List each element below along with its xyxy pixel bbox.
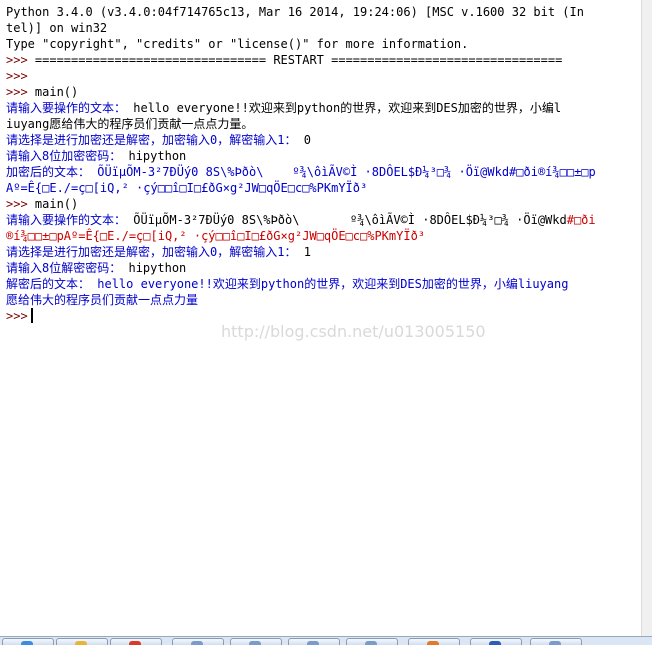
key-value: hipython: [128, 149, 187, 163]
vertical-scrollbar[interactable]: [641, 0, 652, 636]
command-line: >>> main(): [6, 196, 78, 212]
input-value-red: #□ði: [566, 213, 596, 227]
media-icon: [129, 641, 141, 645]
run2-mode-line: 请选择是进行加密还是解密，加密输入0，解密输入1： 1: [6, 244, 311, 260]
idle-icon: [427, 641, 439, 645]
run1-input-line: 请输入要操作的文本： hello everyone!!欢迎来到python的世界…: [6, 100, 561, 116]
window-icon: [365, 641, 377, 645]
mode-prompt-label: 请选择是进行加密还是解密，加密输入0，解密输入1：: [6, 133, 297, 147]
input-prompt-label: 请输入要操作的文本：: [6, 213, 127, 227]
active-prompt: >>>: [6, 309, 28, 323]
result-label: 解密后的文本：: [6, 277, 91, 291]
result-label: 加密后的文本：: [6, 165, 91, 179]
command-line: >>> main(): [6, 84, 78, 100]
prompt: >>>: [6, 53, 35, 67]
word-icon: [489, 641, 501, 645]
run1-mode-line: 请选择是进行加密还是解密，加密输入0，解密输入1： 0: [6, 132, 311, 148]
ie-icon: [21, 641, 33, 645]
run2-input-line: 请输入要操作的文本： ÕÜïµÕM-3²7ÐÜý0 8S\%Þðò\ º¾\ôì…: [6, 212, 596, 228]
version-header-line2: tel)] on win32: [6, 21, 108, 35]
run1-input-continuation: iuyang愿给伟大的程序员们贡献一点点力量。: [6, 117, 254, 131]
run2-result-continuation: 愿给伟大的程序员们贡献一点点力量: [6, 293, 199, 307]
window-icon: [191, 641, 203, 645]
command-text: main(): [34, 197, 79, 211]
restart-banner: ================================ RESTART…: [34, 53, 563, 67]
run2-key-line: 请输入8位解密密码： hipython: [6, 260, 186, 276]
empty-prompt: >>>: [6, 69, 28, 83]
run1-result-continuation: Aº=Ê{□E./=ç□[iQ,² ·çý□□î□I□£ðG×g²JW□qÖE□…: [6, 181, 368, 195]
folder-icon: [75, 641, 87, 645]
active-prompt-line[interactable]: >>>: [6, 308, 33, 324]
result-value: ÕÜïµÕM-3²7ÐÜý0 8S\%Þðò\ º¾\ôìÃV©Ì ·8DÔEL…: [97, 165, 596, 179]
mode-prompt-label: 请选择是进行加密还是解密，加密输入0，解密输入1：: [6, 245, 297, 259]
result-value: hello everyone!!欢迎来到python的世界，欢迎来到DES加密的…: [97, 277, 569, 291]
copyright-hint: Type "copyright", "credits" or "license(…: [6, 37, 469, 51]
input-prompt-label: 请输入要操作的文本：: [6, 101, 127, 115]
text-cursor: [30, 308, 33, 323]
window-icon: [249, 641, 261, 645]
key-prompt-label: 请输入8位加密密码：: [6, 149, 122, 163]
run1-key-line: 请输入8位加密密码： hipython: [6, 148, 186, 164]
watermark: http://blog.csdn.net/u013005150: [221, 322, 486, 341]
run1-result-line: 加密后的文本： ÕÜïµÕM-3²7ÐÜý0 8S\%Þðò\ º¾\ôìÃV©…: [6, 164, 596, 180]
key-value: hipython: [128, 261, 187, 275]
command-text: main(): [34, 85, 79, 99]
run2-result-line: 解密后的文本： hello everyone!!欢迎来到python的世界，欢迎…: [6, 276, 568, 292]
mode-value: 0: [303, 133, 311, 147]
input-value: hello everyone!!欢迎来到python的世界，欢迎来到DES加密的…: [133, 101, 562, 115]
mode-value: 1: [303, 245, 311, 259]
prompt: >>>: [6, 85, 35, 99]
window-icon: [549, 641, 561, 645]
run2-input-continuation: ®í¾□□±□pAº=Ê{□E./=ç□[iQ,² ·çý□□î□I□£ðG×g…: [6, 229, 426, 243]
python-shell-output[interactable]: Python 3.4.0 (v3.4.0:04f714765c13, Mar 1…: [0, 0, 642, 636]
restart-line: >>> ================================ RES…: [6, 52, 562, 68]
input-value: ÕÜïµÕM-3²7ÐÜý0 8S\%Þðò\ º¾\ôìÃV©Ì ·8DÔEL…: [133, 213, 567, 227]
version-header-line1: Python 3.4.0 (v3.4.0:04f714765c13, Mar 1…: [6, 5, 584, 19]
key-prompt-label: 请输入8位解密密码：: [6, 261, 122, 275]
window-icon: [307, 641, 319, 645]
prompt: >>>: [6, 197, 35, 211]
